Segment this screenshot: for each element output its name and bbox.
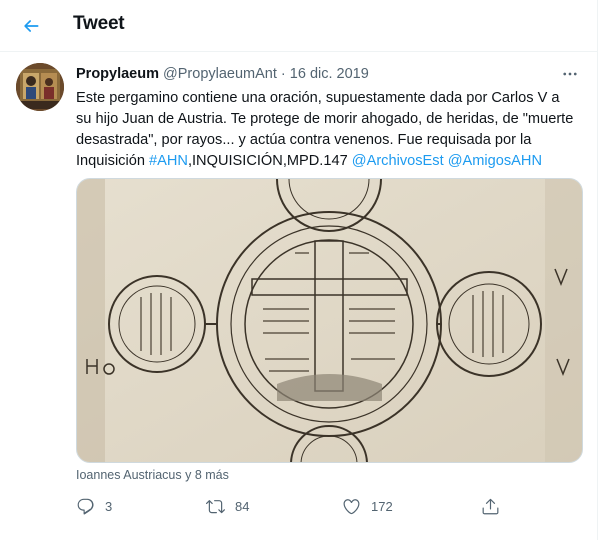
page-header: Tweet (0, 0, 597, 52)
mention-link-archivos[interactable]: @ArchivosEst (352, 153, 444, 169)
arrow-left-icon (24, 20, 39, 32)
more-horizontal-icon (563, 72, 577, 76)
tweet-header: Propylaeum @PropylaeumAnt · 16 dic. 2019 (76, 66, 577, 86)
author-handle[interactable]: @PropylaeumAnt (163, 66, 277, 82)
liked-by-text[interactable]: Ioannes Austriacus y 8 más (76, 468, 229, 482)
author-name[interactable]: Propylaeum (76, 66, 159, 82)
reply-button[interactable]: 3 (76, 494, 112, 518)
retweet-icon (206, 499, 225, 513)
tweet-actions: 3 84 172 (76, 494, 581, 518)
share-icon (482, 498, 499, 514)
reply-count: 3 (105, 498, 113, 514)
header-separator: · (280, 66, 286, 82)
more-button[interactable] (557, 64, 583, 84)
heart-icon (343, 498, 360, 514)
mention-link-amigos[interactable]: @AmigosAHN (448, 153, 542, 169)
hashtag-link[interactable]: #AHN (149, 153, 188, 169)
reply-icon (77, 498, 94, 514)
tweet-body-text-cont: ,INQUISICIÓN,MPD.147 (187, 153, 352, 169)
tweet-image[interactable] (76, 178, 583, 463)
retweet-button[interactable]: 84 (206, 494, 249, 518)
share-button[interactable] (481, 494, 500, 518)
author-avatar[interactable] (16, 63, 64, 111)
tweet-text: Este pergamino contiene una oración, sup… (76, 88, 578, 172)
like-button[interactable]: 172 (342, 494, 393, 518)
retweet-count: 84 (235, 498, 250, 514)
tweet-date[interactable]: 16 dic. 2019 (290, 66, 369, 82)
back-button[interactable] (14, 9, 48, 43)
like-count: 172 (371, 498, 393, 514)
parchment-image (77, 179, 582, 462)
page-title: Tweet (73, 13, 125, 34)
tweet-page: Tweet Propylaeum @PropylaeumAnt · 16 dic… (0, 0, 598, 540)
